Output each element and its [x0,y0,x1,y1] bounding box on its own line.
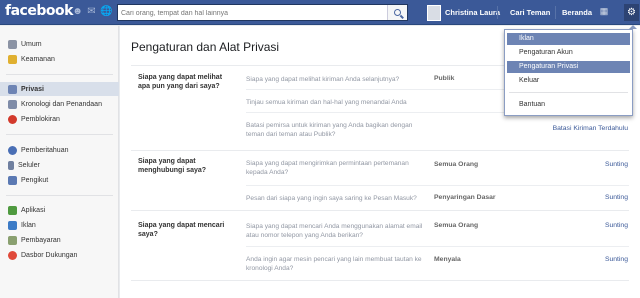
rss-icon [8,175,17,185]
gear-icon: ⚙ [627,7,636,18]
sidebar-item-label: Keamanan [21,55,55,63]
setting-question: Batasi pemirsa untuk kiriman yang Anda b… [246,122,413,138]
find-friends-link[interactable]: Cari Teman [506,4,554,21]
setting-question[interactable]: Tinjau semua kiriman dan hal-hal yang me… [246,98,426,107]
setting-value: Publik [434,75,455,82]
apps-icon [8,205,17,215]
setting-question: Siapa yang dapat mengirimkan permintaan … [246,160,409,176]
section-label: Siapa yang dapat mencari saya? [138,222,225,238]
edit-link[interactable]: Sunting [605,222,628,229]
setting-value: Semua Orang [434,222,479,229]
setting-question: Anda ingin agar mesin pencari yang lain … [246,256,422,272]
home-link[interactable]: Beranda [558,4,596,21]
sidebar-item-label: Pengikut [21,176,49,184]
gear-icon [8,39,17,49]
badge-icon [8,54,17,64]
sidebar-item-apps[interactable]: Aplikasi [0,203,119,217]
sidebar-item-label: Iklan [21,221,36,229]
limit-past-posts-link[interactable]: Batasi Kiriman Terdahulu [553,125,628,132]
messages-icon[interactable]: ✉ [86,6,97,17]
sidebar-item-label: Pembayaran [21,236,61,244]
sidebar-item-security[interactable]: Keamanan [0,52,119,66]
search-input[interactable] [121,8,383,18]
sidebar-item-support-dashboard[interactable]: Dasbor Dukungan [0,248,119,262]
sidebar-item-label: Seluler [18,161,40,169]
sidebar-item-ads[interactable]: Iklan [0,218,119,232]
setting-value: Penyaringan Dasar [434,194,496,201]
menu-item-help[interactable]: Bantuan [507,99,630,111]
sidebar-item-payments[interactable]: Pembayaran [0,233,119,247]
nav-divider [555,6,556,19]
sidebar-item-label: Kronologi dan Penandaan [21,100,102,108]
payment-card-icon [8,235,17,245]
ads-icon [8,220,17,230]
sidebar-item-followers[interactable]: Pengikut [0,173,119,187]
menu-item-privacy-settings[interactable]: Pengaturan Privasi [507,61,630,73]
setting-question: Pesan dari siapa yang ingin saya saring … [246,195,417,202]
sidebar-item-label: Pemblokiran [21,115,60,123]
menu-item-ads[interactable]: Iklan [507,33,630,45]
divider [6,195,113,196]
setting-question: Siapa yang dapat melihat kiriman Anda se… [246,76,400,83]
nav-divider [497,6,498,19]
notifications-icon[interactable]: 🌐 [100,6,112,17]
friend-requests-icon[interactable]: ☻ [72,6,83,17]
settings-gear-button[interactable]: ⚙ [624,4,639,21]
settings-dropdown-menu: Iklan Pengaturan Akun Pengaturan Privasi… [504,29,633,116]
profile-name: Christina Laura [445,8,501,17]
top-bar: facebook ☻ ✉ 🌐 Christina Laura Cari Tema… [0,0,640,25]
row-divider [246,246,629,247]
block-icon [8,114,17,124]
setting-value: Menyala [434,256,461,263]
profile-link[interactable]: Christina Laura [427,4,500,21]
setting-question: Siapa yang dapat mencari Anda menggunaka… [246,223,423,239]
row-divider [246,185,629,186]
sidebar-item-privacy[interactable]: Privasi [0,82,119,96]
sidebar-item-blocking[interactable]: Pemblokiran [0,112,119,126]
section-divider [131,210,629,211]
sidebar-item-general[interactable]: Umum [0,37,119,51]
facebook-logo[interactable]: facebook [5,3,73,19]
menu-divider [509,92,628,93]
section-label: Siapa yang dapat menghubungi saya? [138,158,207,174]
globe-icon [8,145,17,155]
sidebar-item-label: Umum [21,40,42,48]
search-icon [394,9,401,16]
sidebar-item-label: Dasbor Dukungan [21,251,78,259]
avatar [427,4,441,21]
sidebar-item-notifications[interactable]: Pemberitahuan [0,143,119,157]
section-label: Siapa yang dapat melihat apa pun yang da… [138,74,223,90]
search-button[interactable] [387,5,407,20]
edit-link[interactable]: Sunting [605,194,628,201]
phone-icon [8,160,14,170]
edit-link[interactable]: Sunting [605,256,628,263]
lifebuoy-icon [8,250,17,260]
sidebar-item-label: Pemberitahuan [21,146,69,154]
menu-item-account-settings[interactable]: Pengaturan Akun [507,47,630,59]
lock-icon [8,84,17,94]
settings-sidebar: Umum Keamanan Privasi Kronologi dan Pena… [0,26,119,298]
section-divider [131,150,629,151]
setting-value: Semua Orang [434,161,479,168]
privacy-shortcuts-icon[interactable]: ▦ [598,6,610,18]
sidebar-item-mobile[interactable]: Seluler [0,158,119,172]
page-title: Pengaturan dan Alat Privasi [131,40,280,54]
divider [6,74,113,75]
edit-link[interactable]: Sunting [605,161,628,168]
menu-item-logout[interactable]: Keluar [507,75,630,87]
section-divider [131,280,629,281]
divider [6,134,113,135]
sidebar-item-label: Privasi [21,85,44,93]
search-box [117,4,408,21]
timeline-icon [8,99,17,109]
sidebar-item-timeline-tagging[interactable]: Kronologi dan Penandaan [0,97,119,111]
sidebar-item-label: Aplikasi [21,206,46,214]
